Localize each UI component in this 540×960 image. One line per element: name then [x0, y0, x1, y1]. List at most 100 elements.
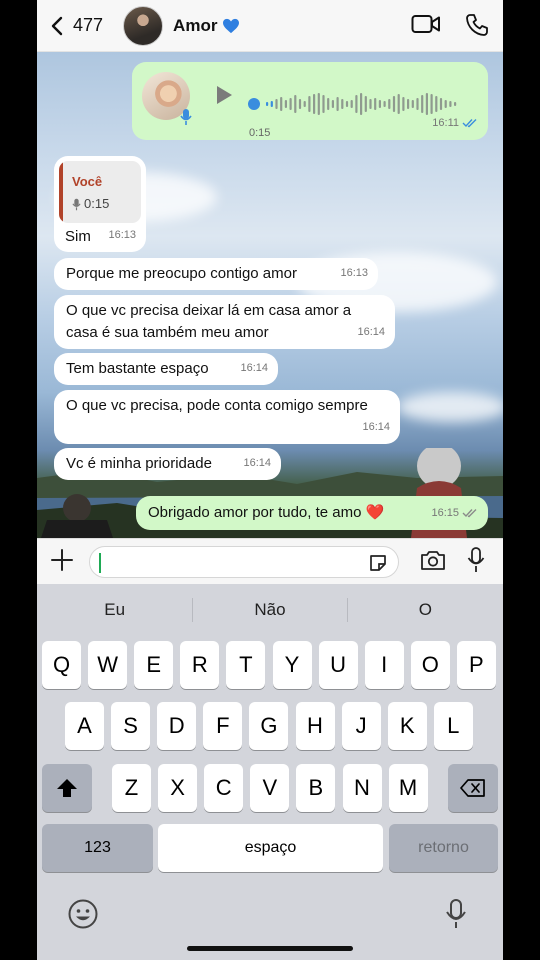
message-bubble[interactable]: Tem bastante espaço 16:14 — [54, 353, 278, 385]
numbers-key[interactable]: 123 — [42, 824, 153, 872]
contact-avatar[interactable] — [123, 5, 164, 46]
key-o[interactable]: O — [410, 641, 450, 689]
chevron-left-icon — [51, 16, 63, 35]
chat-background: 0:15 16:11 Você 0:15 Sim 16:13 Porque me… — [37, 52, 503, 538]
waveform-bar — [416, 98, 419, 110]
waveform-bar — [308, 96, 311, 112]
back-button[interactable]: 477 — [51, 15, 103, 36]
quote-duration: 0:15 — [72, 193, 109, 215]
key-e[interactable]: E — [134, 641, 174, 689]
message-time: 16:14 — [243, 457, 271, 469]
key-u[interactable]: U — [318, 641, 358, 689]
key-r[interactable]: R — [180, 641, 220, 689]
key-f[interactable]: F — [203, 702, 243, 750]
key-h[interactable]: H — [295, 702, 335, 750]
message-bubble[interactable]: O que vc precisa, pode conta comigo semp… — [54, 390, 400, 444]
key-a[interactable]: A — [65, 702, 104, 750]
waveform-bar — [331, 100, 334, 108]
phone-icon[interactable] — [465, 13, 489, 37]
message-bubble-outgoing[interactable]: Obrigado amor por tudo, te amo ❤️ 16:15 — [136, 496, 488, 530]
waveform-bar — [298, 99, 302, 109]
quoted-message[interactable]: Você 0:15 — [59, 161, 141, 223]
suggestion-2[interactable]: Não — [192, 584, 347, 636]
plus-icon[interactable] — [50, 548, 74, 572]
waveform-bar — [270, 101, 273, 107]
waveform-bar — [327, 98, 330, 110]
shift-key[interactable] — [42, 764, 92, 812]
suggestion-3[interactable]: O — [348, 584, 503, 636]
key-z[interactable]: Z — [112, 764, 151, 812]
waveform-bar — [313, 94, 316, 114]
waveform-bar — [317, 93, 320, 115]
key-w[interactable]: W — [88, 641, 128, 689]
message-input[interactable] — [89, 546, 399, 578]
backspace-key[interactable] — [448, 764, 498, 812]
suggestion-bar: Eu Não O — [37, 584, 503, 636]
audio-waveform[interactable] — [248, 90, 463, 118]
waveform-bar — [374, 98, 377, 110]
key-s[interactable]: S — [111, 702, 151, 750]
waveform-bar — [439, 98, 443, 110]
play-icon[interactable] — [214, 84, 234, 106]
playhead-dot[interactable] — [248, 98, 260, 110]
dictation-icon[interactable] — [445, 898, 467, 930]
waveform-bar — [407, 99, 410, 109]
key-x[interactable]: X — [158, 764, 198, 812]
key-b[interactable]: B — [296, 764, 336, 812]
waveform-bar — [454, 102, 457, 106]
key-p[interactable]: P — [456, 641, 496, 689]
sticker-icon[interactable] — [368, 553, 388, 573]
unread-count: 477 — [73, 15, 104, 35]
message-time: 16:11 — [432, 112, 478, 134]
message-bubble[interactable]: O que vc precisa deixar lá em casa amor … — [54, 295, 395, 349]
reply-message-bubble[interactable]: Você 0:15 Sim 16:13 — [54, 156, 146, 252]
waveform-bar — [383, 101, 386, 107]
message-text: Porque me preocupo contigo amor — [66, 265, 297, 282]
message-time-text: 16:11 — [432, 117, 459, 129]
contact-name[interactable]: Amor — [173, 16, 240, 36]
key-n[interactable]: N — [342, 764, 382, 812]
contact-name-text: Amor — [173, 15, 218, 35]
waveform-bar — [303, 101, 306, 107]
key-q[interactable]: Q — [42, 641, 81, 689]
message-time: 16:14 — [357, 326, 385, 338]
waveform-bar — [430, 94, 433, 114]
blue-heart-emoji-icon — [223, 18, 240, 33]
space-key[interactable]: espaço — [158, 824, 383, 872]
message-bubble[interactable]: Porque me preocupo contigo amor 16:13 — [54, 258, 378, 290]
key-m[interactable]: M — [388, 764, 428, 812]
voice-message-bubble[interactable]: 0:15 16:11 — [132, 62, 488, 140]
mic-icon[interactable] — [467, 547, 485, 573]
waveform-bar — [355, 95, 358, 113]
message-input-bar — [37, 538, 503, 584]
emoji-icon[interactable] — [67, 898, 99, 930]
waveform-bar — [360, 93, 363, 115]
camera-icon[interactable] — [420, 549, 446, 571]
mic-icon — [72, 198, 81, 210]
quote-accent-bar — [59, 161, 63, 223]
key-v[interactable]: V — [250, 764, 290, 812]
waveform-bar — [364, 96, 367, 112]
message-time: 16:14 — [240, 362, 268, 374]
suggestion-divider — [347, 598, 348, 622]
key-d[interactable]: D — [157, 702, 197, 750]
suggestion-1[interactable]: Eu — [37, 584, 192, 636]
key-k[interactable]: K — [387, 702, 427, 750]
waveform-bar — [280, 97, 283, 111]
message-bubble[interactable]: Vc é minha prioridade 16:14 — [54, 448, 281, 480]
key-y[interactable]: Y — [272, 641, 312, 689]
message-time: 16:14 — [362, 421, 390, 433]
waveform-bar — [369, 99, 372, 109]
key-g[interactable]: G — [249, 702, 289, 750]
key-l[interactable]: L — [433, 702, 473, 750]
key-c[interactable]: C — [204, 764, 244, 812]
waveform-bar — [392, 96, 396, 112]
key-t[interactable]: T — [226, 641, 266, 689]
key-j[interactable]: J — [341, 702, 381, 750]
waveform-bar — [425, 93, 428, 115]
return-key[interactable]: retorno — [389, 824, 498, 872]
video-call-icon[interactable] — [411, 13, 441, 35]
message-text: O que vc precisa, pode conta comigo semp… — [66, 397, 368, 414]
key-i[interactable]: I — [364, 641, 404, 689]
home-indicator[interactable] — [187, 946, 353, 951]
